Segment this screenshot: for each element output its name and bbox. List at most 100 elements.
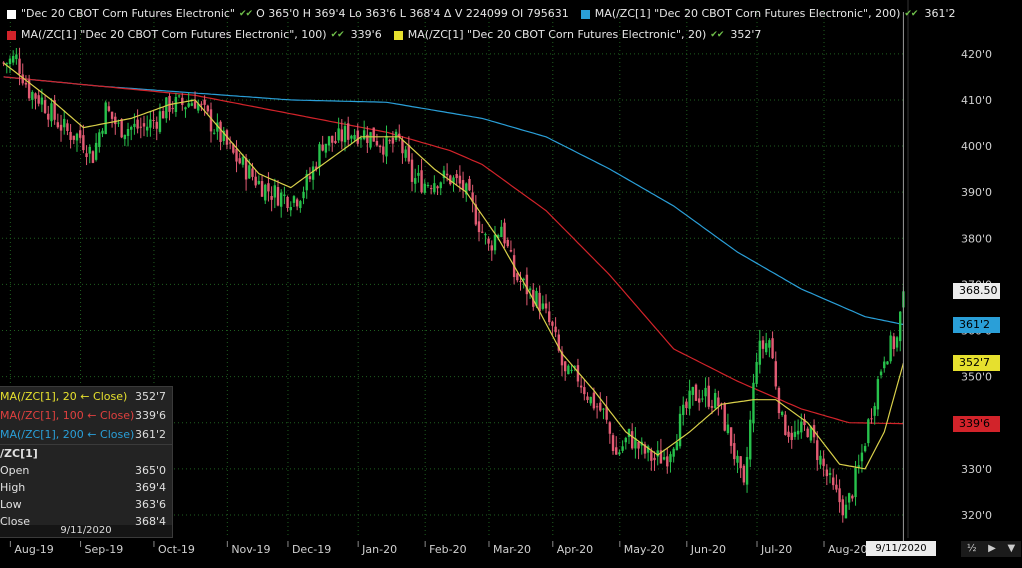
candle-body <box>758 340 762 365</box>
candle-body <box>362 130 366 140</box>
check-icon[interactable]: ✔✔ <box>331 26 345 44</box>
candle-body <box>174 96 178 113</box>
candle-body <box>516 273 519 281</box>
candle-body <box>283 194 286 196</box>
candle-body <box>544 303 548 309</box>
legend-row-2: MA(/ZC[1] "Dec 20 CBOT Corn Futures Elec… <box>0 26 761 44</box>
candle-body <box>669 454 672 463</box>
high-info-row: High 369'4 <box>0 479 172 496</box>
candle-body <box>331 135 334 143</box>
candle-body <box>883 361 886 369</box>
ma100-legend-label[interactable]: MA(/ZC[1] "Dec 20 CBOT Corn Futures Elec… <box>21 26 327 44</box>
candle-body <box>729 427 733 446</box>
candle-body <box>286 196 289 208</box>
candle-body <box>88 146 91 154</box>
candle-body <box>308 176 312 180</box>
candle-body <box>787 431 790 437</box>
candle-body <box>190 103 194 106</box>
candle-body <box>5 63 8 65</box>
candle-body <box>832 477 835 486</box>
candle-body <box>110 111 114 119</box>
candle-body <box>11 55 15 63</box>
open-info-row: Open 365'0 <box>0 462 172 479</box>
candle-body <box>889 335 892 362</box>
check-icon[interactable]: ✔✔ <box>710 26 724 44</box>
candle-body <box>682 404 685 416</box>
candle-body <box>78 130 82 138</box>
low-info-row: Low 363'6 <box>0 496 172 513</box>
price-tag: 352'7 <box>953 355 1000 372</box>
candle-body <box>509 250 513 252</box>
candle-body <box>66 123 69 131</box>
candle-body <box>394 131 398 141</box>
candle-body <box>295 199 299 207</box>
check-icon[interactable]: ✔✔ <box>239 5 253 23</box>
candle-body <box>401 139 404 154</box>
high-info-label: High <box>0 481 26 494</box>
candle-body <box>142 123 146 127</box>
ma200-info-value: 361'2 <box>134 428 166 441</box>
candle-body <box>621 446 624 451</box>
candle-body <box>219 121 222 142</box>
candle-body <box>177 95 181 97</box>
candle-body <box>241 156 245 165</box>
candle-body <box>123 134 127 140</box>
candle-body <box>595 406 599 408</box>
ma100-swatch <box>7 30 16 40</box>
candle-body <box>289 206 292 211</box>
x-tick-label: Jan-20 <box>361 543 397 556</box>
candle-body <box>477 221 481 233</box>
check-icon[interactable]: ✔✔ <box>904 5 918 23</box>
candle-body <box>525 274 529 295</box>
symbol-info-label: /ZC[1] <box>0 447 38 460</box>
candle-body <box>136 119 139 129</box>
y-tick-label: 420'0 <box>961 48 992 61</box>
scroll-right-icon[interactable]: ▶ <box>988 541 996 557</box>
y-tick-label: 400'0 <box>961 140 992 153</box>
candle-body <box>130 126 133 130</box>
candle-body <box>69 131 72 140</box>
candle-body <box>235 148 238 162</box>
candle-body <box>257 180 261 184</box>
candle-body <box>366 134 369 143</box>
ma20-legend-label[interactable]: MA(/ZC[1] "Dec 20 CBOT Corn Futures Elec… <box>408 26 707 44</box>
candle-body <box>892 336 896 350</box>
candle-body <box>755 361 758 384</box>
chevron-down-icon[interactable]: ▼ <box>1007 541 1015 557</box>
candle-body <box>404 149 407 158</box>
ma200-legend-label[interactable]: MA(/ZC[1] "Dec 20 CBOT Corn Futures Elec… <box>595 5 901 23</box>
candle-body <box>276 187 280 206</box>
candle-body <box>40 97 44 105</box>
candle-body <box>181 97 184 105</box>
zoom-icon[interactable]: ½ <box>967 541 977 557</box>
ma20-swatch <box>393 30 403 40</box>
ma100-info-label: MA(/ZC[1], 100 ← Close) <box>0 409 135 422</box>
candle-body <box>318 144 321 168</box>
candle-body <box>771 338 774 359</box>
candle-body <box>340 129 344 142</box>
candle-body <box>828 473 832 476</box>
candle-body <box>50 103 53 122</box>
candle-body <box>382 146 385 155</box>
candle-body <box>500 226 503 238</box>
candle-body <box>710 406 714 408</box>
candle-body <box>780 411 784 416</box>
candle-body <box>359 138 363 140</box>
candle-body <box>796 430 800 435</box>
candle-body <box>841 499 844 516</box>
candle-body <box>704 387 707 397</box>
candle-body <box>752 382 755 424</box>
candle-body <box>579 385 583 388</box>
candle-body <box>685 401 688 409</box>
candle-body <box>570 369 573 371</box>
main-series-name[interactable]: "Dec 20 CBOT Corn Futures Electronic" <box>21 5 235 23</box>
candle-body <box>155 121 158 129</box>
candle-body <box>209 109 213 132</box>
ma20-info-value: 352'7 <box>134 390 166 403</box>
ma200-swatch <box>580 9 590 19</box>
candle-body <box>819 455 822 465</box>
candle-body <box>212 132 216 134</box>
candle-body <box>563 361 567 372</box>
candle-body <box>838 488 841 503</box>
data-window[interactable]: MA(/ZC[1], 20 ← Close) 352'7 MA(/ZC[1], … <box>0 386 173 538</box>
